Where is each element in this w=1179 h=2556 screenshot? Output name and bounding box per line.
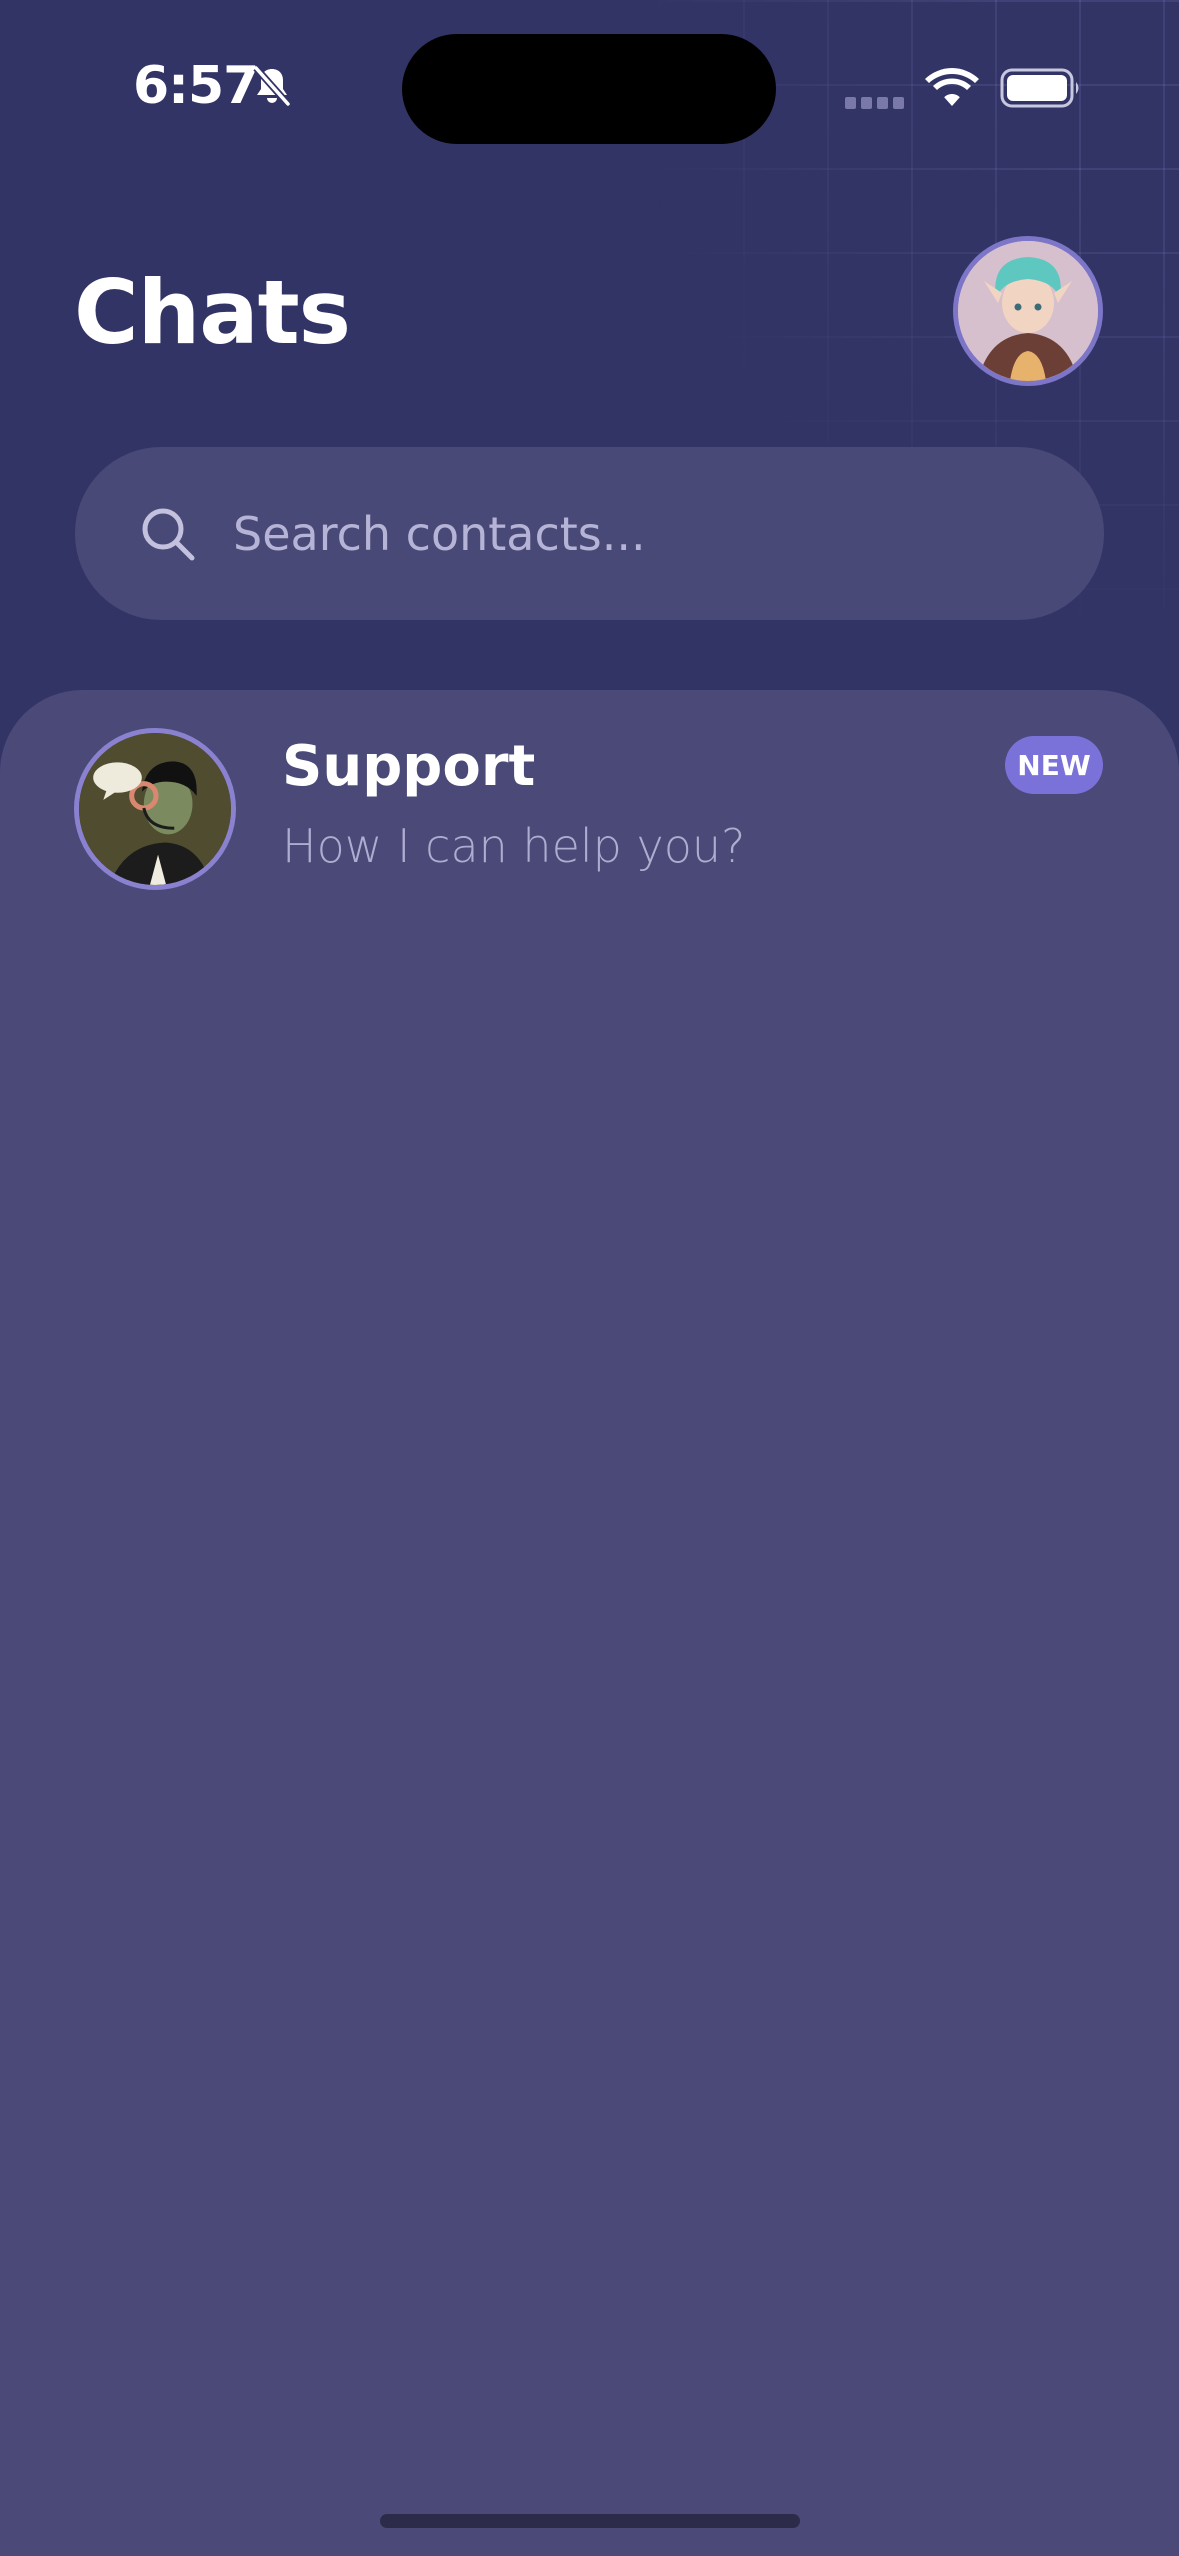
chat-item-support[interactable]: Support How I can help you? NEW (0, 690, 1179, 910)
elf-avatar-icon (958, 241, 1098, 381)
profile-avatar[interactable] (953, 236, 1103, 386)
message-preview: How I can help you? (282, 819, 746, 873)
home-indicator[interactable] (380, 2514, 800, 2528)
contact-name: Support (282, 734, 536, 799)
search-icon (139, 505, 197, 563)
bell-slash-icon (250, 64, 294, 108)
dynamic-island (402, 34, 776, 144)
status-time: 6:57 (133, 56, 259, 116)
search-input[interactable] (231, 505, 1035, 562)
signal-icon (845, 94, 905, 109)
support-agent-avatar-icon (74, 728, 236, 890)
chat-list: Support How I can help you? NEW (0, 690, 1179, 2556)
wifi-icon (925, 66, 979, 108)
new-badge: NEW (1005, 736, 1103, 794)
search-bar[interactable] (75, 447, 1104, 620)
page-title: Chats (74, 261, 351, 364)
battery-icon (1000, 68, 1082, 108)
